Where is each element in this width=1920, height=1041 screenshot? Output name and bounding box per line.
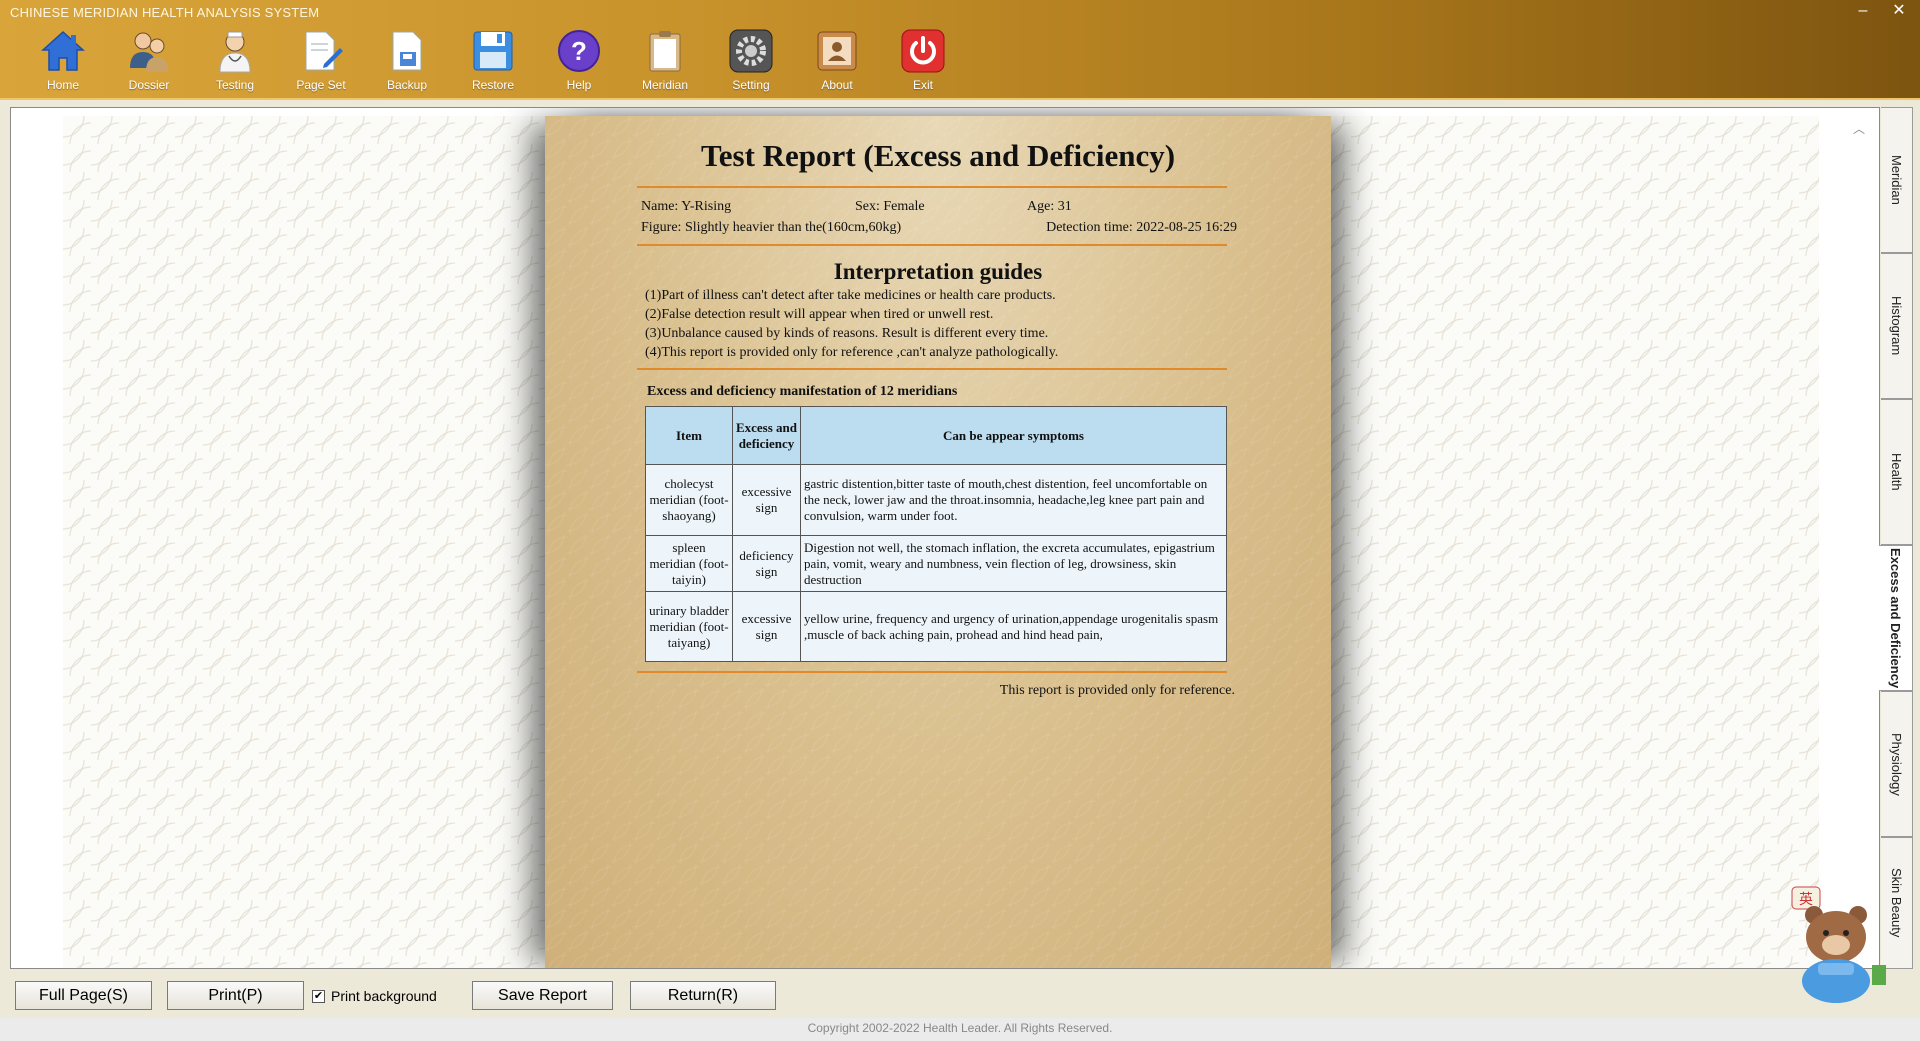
tab-physiology[interactable]: Physiology bbox=[1881, 691, 1913, 837]
toolbar-about-label: About bbox=[821, 78, 853, 92]
table-caption: Excess and deficiency manifestation of 1… bbox=[647, 384, 958, 399]
patient-sex: Sex: Female bbox=[855, 199, 925, 214]
close-window-button[interactable]: ✕ bbox=[1884, 0, 1914, 24]
toolbar-exit-button[interactable]: Exit bbox=[880, 27, 966, 97]
guide-item: (2)False detection result will appear wh… bbox=[645, 307, 994, 322]
toolbar-backup-button[interactable]: Backup bbox=[364, 27, 450, 97]
toolbar-backup-label: Backup bbox=[386, 78, 428, 92]
toolbar-home-button[interactable]: Home bbox=[20, 27, 106, 97]
toolbar-exit-label: Exit bbox=[912, 78, 933, 92]
table-row: urinary bladder meridian (foot-taiyang) … bbox=[645, 591, 1227, 662]
detection-time: Detection time: 2022-08-25 16:29 bbox=[1046, 220, 1237, 235]
help-icon: ? bbox=[555, 27, 603, 75]
tab-health[interactable]: Health bbox=[1881, 399, 1913, 545]
toolbar-restore-button[interactable]: Restore bbox=[450, 27, 536, 97]
app-title: CHINESE MERIDIAN HEALTH ANALYSIS SYSTEM bbox=[10, 5, 320, 20]
report-page: Test Report (Excess and Deficiency) Name… bbox=[545, 116, 1331, 968]
bear-mascot-icon[interactable]: 英 bbox=[1788, 885, 1898, 1005]
column-header-excess-deficiency: Excess and deficiency bbox=[732, 406, 801, 465]
row-item: spleen meridian (foot-taiyin) bbox=[645, 535, 733, 592]
home-icon bbox=[39, 27, 87, 75]
print-background-label: Print background bbox=[331, 988, 437, 1004]
tab-label: Histogram bbox=[1889, 296, 1904, 356]
table-row: cholecyst meridian (foot-shaoyang) exces… bbox=[645, 464, 1227, 536]
print-button[interactable]: Print(P) bbox=[167, 981, 304, 1010]
scroll-up-icon[interactable]: ︿ bbox=[1853, 120, 1867, 136]
toolbar-setting-button[interactable]: Setting bbox=[708, 27, 794, 97]
symptoms-table: Item Excess and deficiency Can be appear… bbox=[645, 406, 1227, 662]
checkbox-check-icon[interactable]: ✔ bbox=[312, 989, 325, 1003]
divider bbox=[637, 186, 1227, 188]
patient-figure: Figure: Slightly heavier than the(160cm,… bbox=[641, 220, 902, 235]
toolbar-setting-label: Setting bbox=[732, 78, 770, 92]
toolbar-meridian-label: Meridian bbox=[641, 78, 689, 92]
divider bbox=[637, 671, 1227, 673]
tab-excess-and-deficiency[interactable]: Excess and Deficiency bbox=[1879, 545, 1913, 691]
row-item: cholecyst meridian (foot-shaoyang) bbox=[645, 464, 733, 536]
toolbar-dossier-button[interactable]: Dossier bbox=[106, 27, 192, 97]
minimize-button[interactable]: – bbox=[1848, 0, 1878, 24]
patient-name: Name: Y-Rising bbox=[641, 199, 732, 214]
copyright-bar: Copyright 2002-2022 Health Leader. All R… bbox=[0, 1018, 1920, 1041]
column-header-item: Item bbox=[645, 406, 733, 465]
toolbar-home-label: Home bbox=[46, 78, 79, 92]
save-report-button[interactable]: Save Report bbox=[472, 981, 613, 1010]
patient-age: Age: 31 bbox=[1027, 199, 1072, 214]
divider bbox=[637, 368, 1227, 370]
toolbar-meridian-button[interactable]: Meridian bbox=[622, 27, 708, 97]
toolbar-help-label: Help bbox=[566, 78, 592, 92]
row-status: excessive sign bbox=[732, 464, 801, 536]
guide-item: (3)Unbalance caused by kinds of reasons.… bbox=[645, 326, 1049, 341]
backup-doc-icon bbox=[383, 27, 431, 75]
tab-label: Physiology bbox=[1889, 732, 1904, 796]
row-status: excessive sign bbox=[732, 591, 801, 662]
toolbar-page-set-button[interactable]: Page Set bbox=[278, 27, 364, 97]
tab-label: Excess and Deficiency bbox=[1888, 547, 1903, 689]
report-viewer: ︿ Test Report (Excess and Deficiency) Na… bbox=[10, 107, 1880, 969]
tab-histogram[interactable]: Histogram bbox=[1881, 253, 1913, 399]
tab-label: Meridian bbox=[1889, 155, 1904, 205]
report-title: Test Report (Excess and Deficiency) bbox=[700, 138, 1176, 173]
report-footnote: This report is provided only for referen… bbox=[999, 683, 1235, 698]
toolbar-testing-button[interactable]: Testing bbox=[192, 27, 278, 97]
row-status: deficiency sign bbox=[732, 535, 801, 592]
full-page-button[interactable]: Full Page(S) bbox=[15, 981, 152, 1010]
row-item: urinary bladder meridian (foot-taiyang) bbox=[645, 591, 733, 662]
title-bar: CHINESE MERIDIAN HEALTH ANALYSIS SYSTEM … bbox=[0, 0, 1920, 100]
toolbar-about-button[interactable]: About bbox=[794, 27, 880, 97]
toolbar-testing-label: Testing bbox=[215, 78, 255, 92]
clipboard-icon bbox=[641, 27, 689, 75]
copyright-text: Copyright 2002-2022 Health Leader. All R… bbox=[807, 1021, 1113, 1035]
tab-label: Health bbox=[1889, 453, 1904, 491]
users-icon bbox=[125, 27, 173, 75]
guide-item: (1)Part of illness can't detect after ta… bbox=[645, 288, 1056, 303]
toolbar-dossier-label: Dossier bbox=[128, 78, 170, 92]
print-background-checkbox[interactable]: ✔ Print background bbox=[312, 988, 437, 1004]
toolbar-restore-label: Restore bbox=[471, 78, 515, 92]
mascot-badge: 英 bbox=[1799, 891, 1813, 908]
report-tabs: Meridian Histogram Health Excess and Def… bbox=[1879, 107, 1913, 969]
gear-icon bbox=[727, 27, 775, 75]
floppy-disk-icon bbox=[469, 27, 517, 75]
guides-title: Interpretation guides bbox=[833, 259, 1043, 284]
guide-item: (4)This report is provided only for refe… bbox=[645, 345, 1059, 360]
row-symptoms: gastric distention,bitter taste of mouth… bbox=[800, 464, 1227, 536]
power-icon bbox=[899, 27, 947, 75]
table-row: spleen meridian (foot-taiyin) deficiency… bbox=[645, 535, 1227, 592]
column-header-symptoms: Can be appear symptoms bbox=[800, 406, 1227, 465]
toolbar-help-button[interactable]: ? Help bbox=[536, 27, 622, 97]
main-toolbar: Home Dossier Testing Page Set Backup Res… bbox=[20, 27, 966, 97]
divider bbox=[637, 244, 1227, 246]
page-edit-icon bbox=[297, 27, 345, 75]
row-symptoms: Digestion not well, the stomach inflatio… bbox=[800, 535, 1227, 592]
toolbar-page-set-label: Page Set bbox=[296, 78, 346, 92]
svg-text:?: ? bbox=[571, 36, 587, 66]
tab-meridian[interactable]: Meridian bbox=[1881, 107, 1913, 253]
person-card-icon bbox=[813, 27, 861, 75]
return-button[interactable]: Return(R) bbox=[630, 981, 776, 1010]
doctor-icon bbox=[211, 27, 259, 75]
row-symptoms: yellow urine, frequency and urgency of u… bbox=[800, 591, 1227, 662]
